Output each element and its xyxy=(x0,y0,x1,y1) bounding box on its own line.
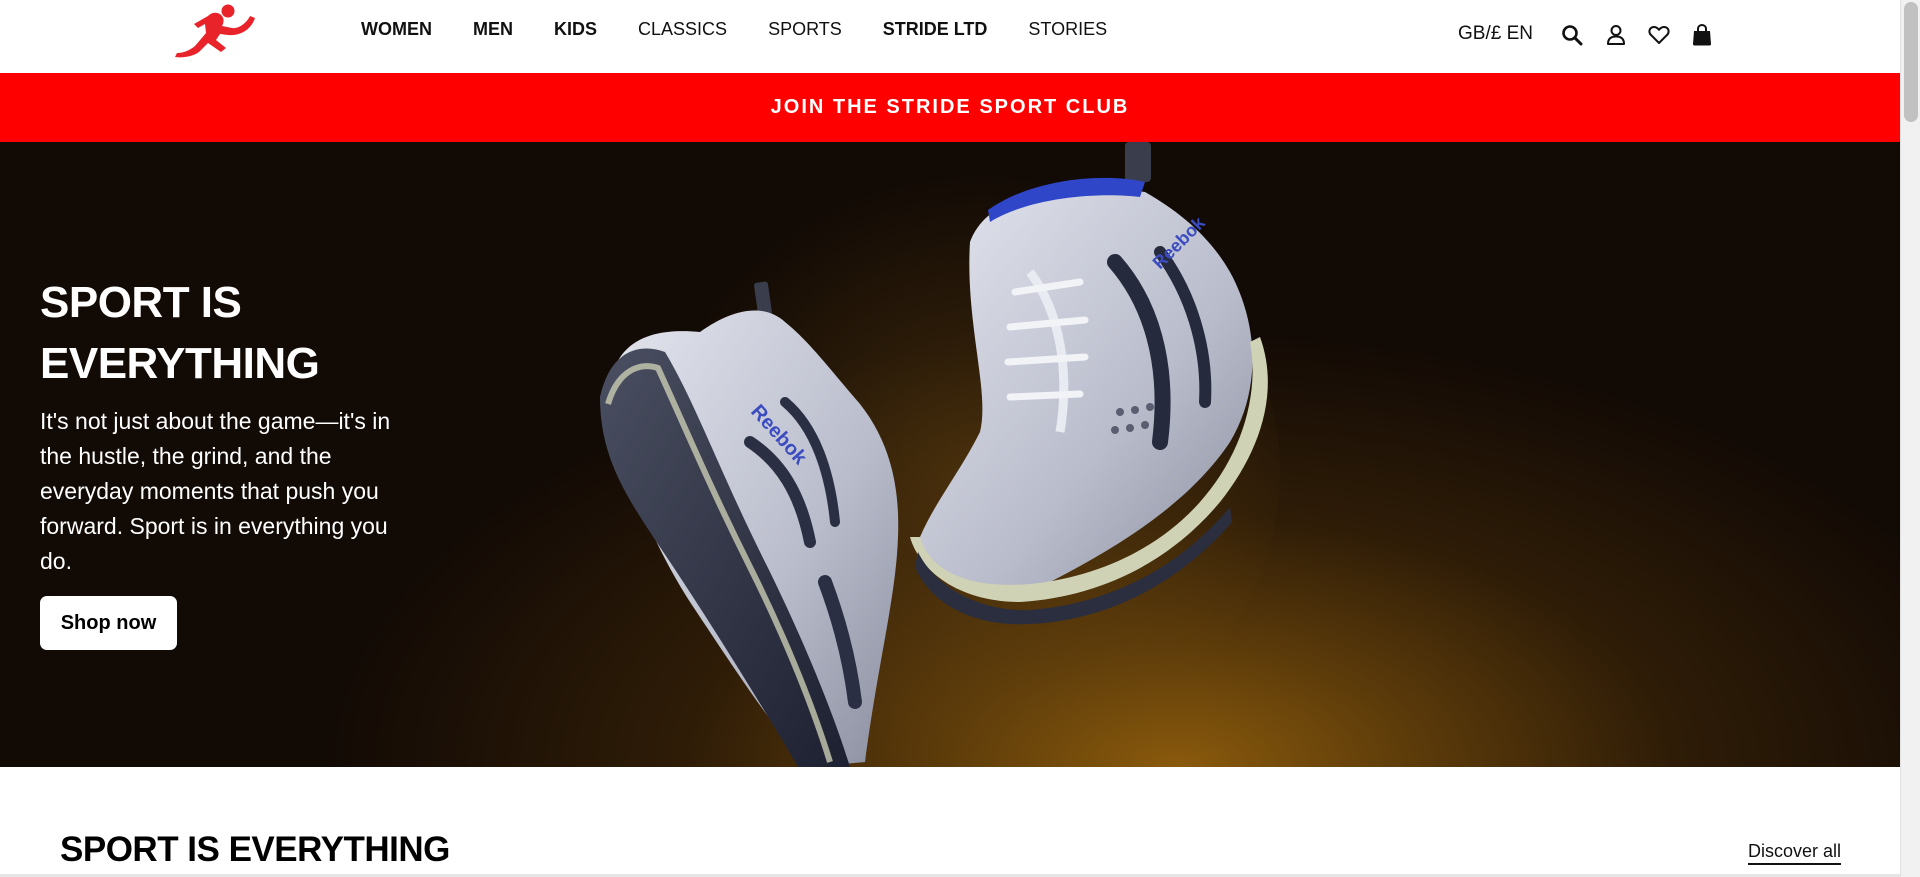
running-figure-logo[interactable] xyxy=(172,2,258,58)
hero-title: SPORT IS EVERYTHING xyxy=(40,278,320,388)
club-promo-banner[interactable]: JOIN THE STRIDE SPORT CLUB xyxy=(0,73,1900,142)
vertical-scrollbar[interactable] xyxy=(1900,0,1920,877)
hero-description: It's not just about the game—it's in the… xyxy=(40,408,391,574)
section-title: SPORT IS EVERYTHING xyxy=(60,830,450,869)
hero-shoes-image: Reebok Reebok xyxy=(600,142,1280,767)
nav-men[interactable]: MEN xyxy=(473,18,513,40)
bag-icon[interactable] xyxy=(1689,22,1715,48)
nav-kids[interactable]: KIDS xyxy=(554,18,597,40)
nav-stride-ltd[interactable]: STRIDE LTD xyxy=(883,18,988,40)
wishlist-icon[interactable] xyxy=(1646,22,1672,48)
scrollbar-thumb[interactable] xyxy=(1904,2,1918,122)
main-nav: WOMEN MEN KIDS CLASSICS SPORTS STRIDE LT… xyxy=(361,18,1107,40)
nav-stories[interactable]: STORIES xyxy=(1028,18,1107,40)
nav-classics[interactable]: CLASSICS xyxy=(638,18,727,40)
promo-label: JOIN THE STRIDE SPORT CLUB xyxy=(770,96,1130,118)
account-icon[interactable] xyxy=(1603,22,1629,48)
nav-women[interactable]: WOMEN xyxy=(361,18,432,40)
search-icon[interactable] xyxy=(1559,22,1585,48)
shop-now-button[interactable]: Shop now xyxy=(40,596,177,650)
discover-all-link[interactable]: Discover all xyxy=(1748,841,1842,865)
hero-copy: SPORT IS EVERYTHING It's not just about … xyxy=(40,272,410,579)
hero-banner: Reebok Reebok SPORT IS EVERYTHING It's n… xyxy=(0,142,1900,767)
site-header: WOMEN MEN KIDS CLASSICS SPORTS STRIDE LT… xyxy=(0,0,1900,73)
locale-selector[interactable]: GB/£ EN xyxy=(1458,23,1533,45)
nav-sports[interactable]: SPORTS xyxy=(768,18,842,40)
